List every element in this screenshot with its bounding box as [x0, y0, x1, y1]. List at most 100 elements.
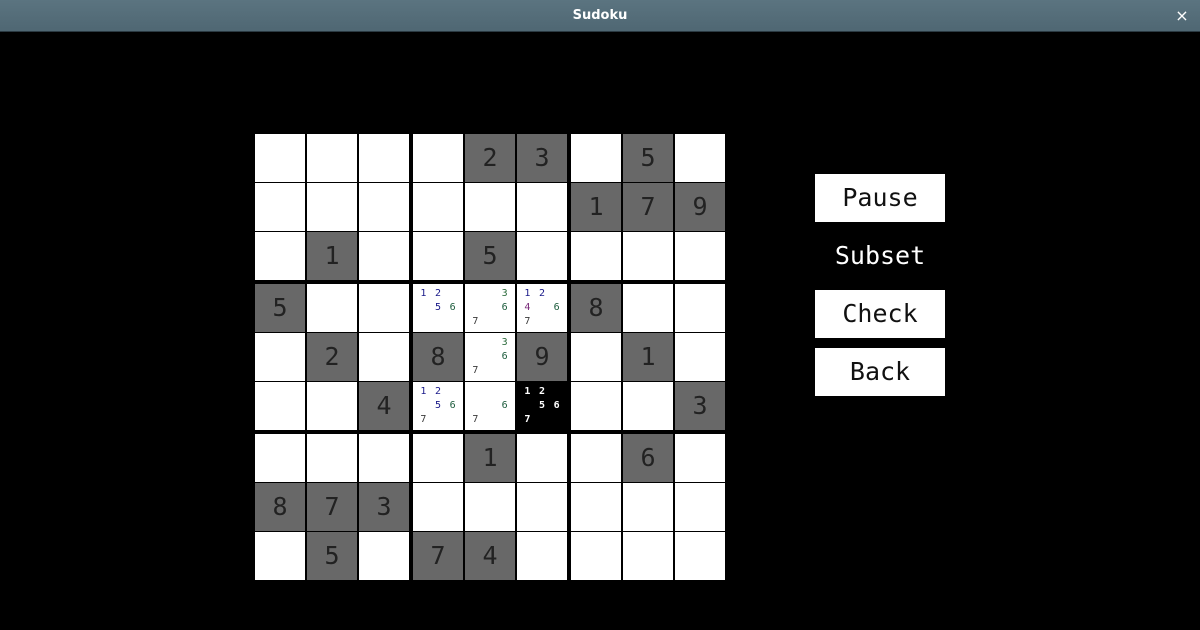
sudoku-cell[interactable]	[675, 532, 725, 580]
sudoku-cell[interactable]: 4	[359, 382, 409, 430]
sudoku-cell[interactable]	[571, 382, 621, 430]
sudoku-board: 2351791551256367124678283679141256767125…	[255, 134, 726, 581]
pencil-note	[468, 399, 483, 413]
sudoku-cell[interactable]	[571, 434, 621, 482]
sudoku-cell[interactable]	[623, 382, 673, 430]
sudoku-cell[interactable]	[255, 134, 305, 182]
sudoku-cell[interactable]: 1	[623, 333, 673, 381]
pencil-note: 3	[501, 337, 508, 348]
sudoku-cell[interactable]: 1	[571, 183, 621, 231]
back-button[interactable]: Back	[815, 348, 945, 396]
sudoku-cell[interactable]	[413, 134, 463, 182]
sudoku-cell[interactable]	[571, 134, 621, 182]
sudoku-cell[interactable]	[465, 483, 515, 531]
pencil-notes: 12 56	[416, 287, 460, 329]
sudoku-cell[interactable]: 3	[359, 483, 409, 531]
sudoku-cell[interactable]	[623, 284, 673, 332]
sudoku-cell[interactable]	[307, 284, 357, 332]
sudoku-cell[interactable]	[571, 333, 621, 381]
sudoku-cell[interactable]	[413, 232, 463, 280]
sudoku-cell[interactable]	[465, 183, 515, 231]
sudoku-cell[interactable]	[307, 434, 357, 482]
sudoku-cell[interactable]: 9	[517, 333, 567, 381]
sudoku-cell[interactable]	[307, 382, 357, 430]
sudoku-cell[interactable]: 4	[465, 532, 515, 580]
sudoku-cell[interactable]: 5	[255, 284, 305, 332]
sudoku-cell[interactable]	[359, 284, 409, 332]
sudoku-cell[interactable]: 3	[675, 382, 725, 430]
check-button[interactable]: Check	[815, 290, 945, 338]
sudoku-cell[interactable]: 8	[255, 483, 305, 531]
sudoku-cell[interactable]: 1	[307, 232, 357, 280]
pencil-note	[483, 385, 498, 399]
close-icon[interactable]: ×	[1172, 6, 1192, 26]
sudoku-cell[interactable]	[307, 183, 357, 231]
sudoku-cell[interactable]: 5	[465, 232, 515, 280]
sudoku-cell[interactable]	[517, 532, 567, 580]
sudoku-cell[interactable]	[675, 483, 725, 531]
sudoku-cell[interactable]: 1	[465, 434, 515, 482]
sudoku-cell[interactable]	[255, 434, 305, 482]
sudoku-cell[interactable]: 7	[307, 483, 357, 531]
pencil-note: 1	[524, 288, 531, 299]
sudoku-cell[interactable]	[517, 434, 567, 482]
sudoku-cell[interactable]: 2	[465, 134, 515, 182]
sudoku-cell[interactable]	[413, 434, 463, 482]
sudoku-cell[interactable]: 12 56 7	[517, 382, 567, 430]
pencil-note	[549, 385, 564, 399]
sudoku-cell[interactable]	[359, 333, 409, 381]
sudoku-cell[interactable]	[675, 284, 725, 332]
pencil-note	[483, 336, 498, 350]
sudoku-cell[interactable]: 7	[623, 183, 673, 231]
sudoku-cell[interactable]	[623, 532, 673, 580]
sudoku-cell[interactable]: 3	[517, 134, 567, 182]
sudoku-cell[interactable]: 124 6 7	[517, 284, 567, 332]
sudoku-cell[interactable]: 67	[465, 382, 515, 430]
sudoku-cell[interactable]	[675, 434, 725, 482]
sudoku-cell[interactable]	[255, 232, 305, 280]
sudoku-cell[interactable]: 12 56 7	[413, 382, 463, 430]
sudoku-cell[interactable]: 5	[623, 134, 673, 182]
sudoku-cell[interactable]	[571, 483, 621, 531]
sudoku-cell[interactable]	[307, 134, 357, 182]
sudoku-cell[interactable]	[413, 483, 463, 531]
sudoku-cell[interactable]	[255, 183, 305, 231]
sudoku-cell[interactable]	[623, 483, 673, 531]
sudoku-cell[interactable]	[359, 183, 409, 231]
sudoku-cell[interactable]	[359, 232, 409, 280]
sudoku-cell[interactable]	[517, 183, 567, 231]
cell-value: 8	[430, 342, 446, 371]
sudoku-cell[interactable]	[517, 483, 567, 531]
sudoku-cell[interactable]	[255, 333, 305, 381]
sudoku-cell[interactable]: 2	[307, 333, 357, 381]
sudoku-cell[interactable]	[517, 232, 567, 280]
pencil-notes: 3 6 7	[468, 336, 512, 378]
sudoku-cell[interactable]	[255, 382, 305, 430]
sudoku-cell[interactable]	[623, 232, 673, 280]
mode-label[interactable]: Subset	[815, 236, 945, 276]
pencil-notes: 3 6 7	[468, 287, 512, 329]
sudoku-cell[interactable]: 7	[413, 532, 463, 580]
sudoku-cell[interactable]	[359, 434, 409, 482]
sudoku-cell[interactable]: 8	[571, 284, 621, 332]
sudoku-cell[interactable]: 6	[623, 434, 673, 482]
pause-button[interactable]: Pause	[815, 174, 945, 222]
sudoku-cell[interactable]: 12 56	[413, 284, 463, 332]
sudoku-cell[interactable]	[571, 232, 621, 280]
sudoku-cell[interactable]: 8	[413, 333, 463, 381]
sudoku-cell[interactable]	[359, 134, 409, 182]
sudoku-cell[interactable]: 5	[307, 532, 357, 580]
cell-value: 1	[482, 443, 498, 472]
pencil-note	[549, 413, 564, 427]
sudoku-cell[interactable]	[255, 532, 305, 580]
sudoku-cell[interactable]	[571, 532, 621, 580]
sudoku-cell[interactable]	[675, 333, 725, 381]
sudoku-cell[interactable]	[675, 134, 725, 182]
sudoku-cell[interactable]	[359, 532, 409, 580]
sudoku-cell[interactable]: 3 6 7	[465, 333, 515, 381]
sudoku-cell[interactable]	[675, 232, 725, 280]
pencil-note	[535, 413, 550, 427]
sudoku-cell[interactable]: 9	[675, 183, 725, 231]
sudoku-cell[interactable]	[413, 183, 463, 231]
sudoku-cell[interactable]: 3 6 7	[465, 284, 515, 332]
